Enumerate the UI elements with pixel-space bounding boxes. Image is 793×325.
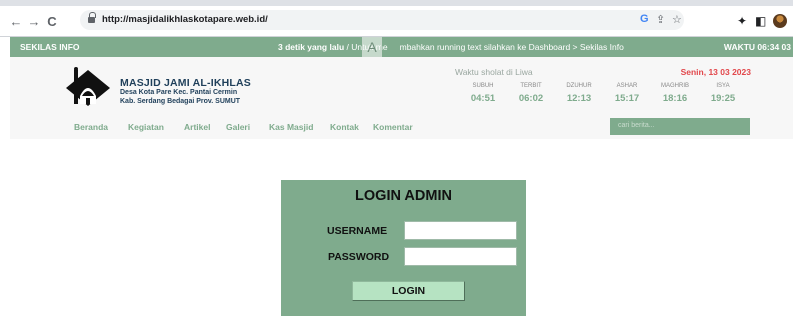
star-icon[interactable]: ☆ (672, 13, 682, 26)
site-header: MASJID JAMI AL-IKHLAS Desa Kota Pare Kec… (10, 57, 793, 139)
menu-kas-masjid[interactable]: Kas Masjid (269, 122, 313, 132)
login-title: LOGIN ADMIN (355, 188, 452, 204)
prayer-clock: 18:16 (662, 93, 688, 104)
prayer-name: ASHAR (616, 83, 638, 89)
mosque-logo (66, 67, 110, 106)
running-text[interactable]: 3 detik yang lalu / Untuk membahkan runn… (278, 42, 624, 52)
prayer-time: TERBIT 06:02 (508, 83, 554, 104)
prayer-time: ISYA 19:25 (700, 83, 746, 104)
reload-icon[interactable]: C (44, 14, 60, 29)
username-field[interactable] (404, 221, 517, 240)
menu-kegiatan[interactable]: Kegiatan (128, 122, 164, 132)
url-text[interactable]: http://masjidalikhlaskotapare.web.id/ (102, 14, 268, 25)
google-icon[interactable]: G (640, 13, 649, 25)
prayer-name: DZUHUR (566, 83, 592, 89)
prayer-name: TERBIT (520, 83, 542, 89)
profile-avatar[interactable] (773, 14, 787, 28)
prayer-time: ASHAR 15:17 (604, 83, 650, 104)
prayer-title: Waktu sholat di Liwa (455, 67, 533, 77)
username-label: USERNAME (327, 225, 388, 237)
prayer-clock: 12:13 (566, 93, 592, 104)
browser-toolbar: ← → C http://masjidalikhlaskotapare.web.… (0, 0, 793, 36)
share-icon[interactable]: ⇪ (656, 13, 665, 26)
forward-icon[interactable]: → (26, 14, 42, 29)
font-size-badge[interactable]: A (362, 37, 382, 57)
prayer-name: ISYA (716, 83, 730, 89)
login-panel: LOGIN ADMIN USERNAME PASSWORD LOGIN (281, 180, 526, 316)
address-bar[interactable]: http://masjidalikhlaskotapare.web.id/ G … (80, 10, 684, 30)
menu-galeri[interactable]: Galeri (226, 122, 250, 132)
address-line-1: Desa Kota Pare Kec. Pantai Cermin (120, 89, 238, 96)
prayer-name: SUBUH (472, 83, 494, 89)
menu-beranda[interactable]: Beranda (74, 122, 108, 132)
address-line-2: Kab. Serdang Bedagai Prov. SUMUT (120, 98, 241, 105)
prayer-clock: 04:51 (470, 93, 496, 104)
prayer-clock: 15:17 (614, 93, 640, 104)
lock-icon[interactable] (88, 12, 96, 24)
prayer-time: SUBUH 04:51 (460, 83, 506, 104)
clock: WAKTU 06:34 03 (723, 42, 791, 52)
prayer-time: DZUHUR 12:13 (556, 83, 602, 104)
login-button[interactable]: LOGIN (352, 281, 465, 301)
info-bar: SEKILAS INFO 3 detik yang lalu / Untuk m… (10, 37, 793, 57)
sidebar-icon[interactable]: ◧ (755, 14, 766, 28)
prayer-name: MAGHRIB (660, 83, 689, 89)
info-label: SEKILAS INFO (20, 42, 80, 52)
prayer-times: SUBUH 04:51 TERBIT 06:02 DZUHUR 12:13 ASHAR… (460, 83, 760, 107)
mosque-address: Desa Kota Pare Kec. Pantai Cermin Kab. S… (120, 88, 240, 106)
back-icon[interactable]: ← (8, 14, 24, 29)
prayer-clock: 19:25 (710, 93, 736, 104)
password-label: PASSWORD (328, 251, 390, 263)
prayer-time: MAGHRIB 18:16 (652, 83, 698, 104)
ticker-text-2: mbahkan running text silahkan ke Dashboa… (399, 42, 624, 52)
menu-kontak[interactable]: Kontak (330, 122, 359, 132)
search-input[interactable]: cari berita... (610, 118, 750, 135)
menu-artikel[interactable]: Artikel (184, 122, 210, 132)
extensions-icon[interactable]: ✦ (737, 14, 747, 28)
menu-komentar[interactable]: Komentar (373, 122, 413, 132)
current-date: Senin, 13 03 2023 (680, 67, 751, 77)
prayer-clock: 06:02 (518, 93, 544, 104)
ticker-time: 3 detik yang lalu (278, 42, 345, 52)
password-field[interactable] (404, 247, 517, 266)
